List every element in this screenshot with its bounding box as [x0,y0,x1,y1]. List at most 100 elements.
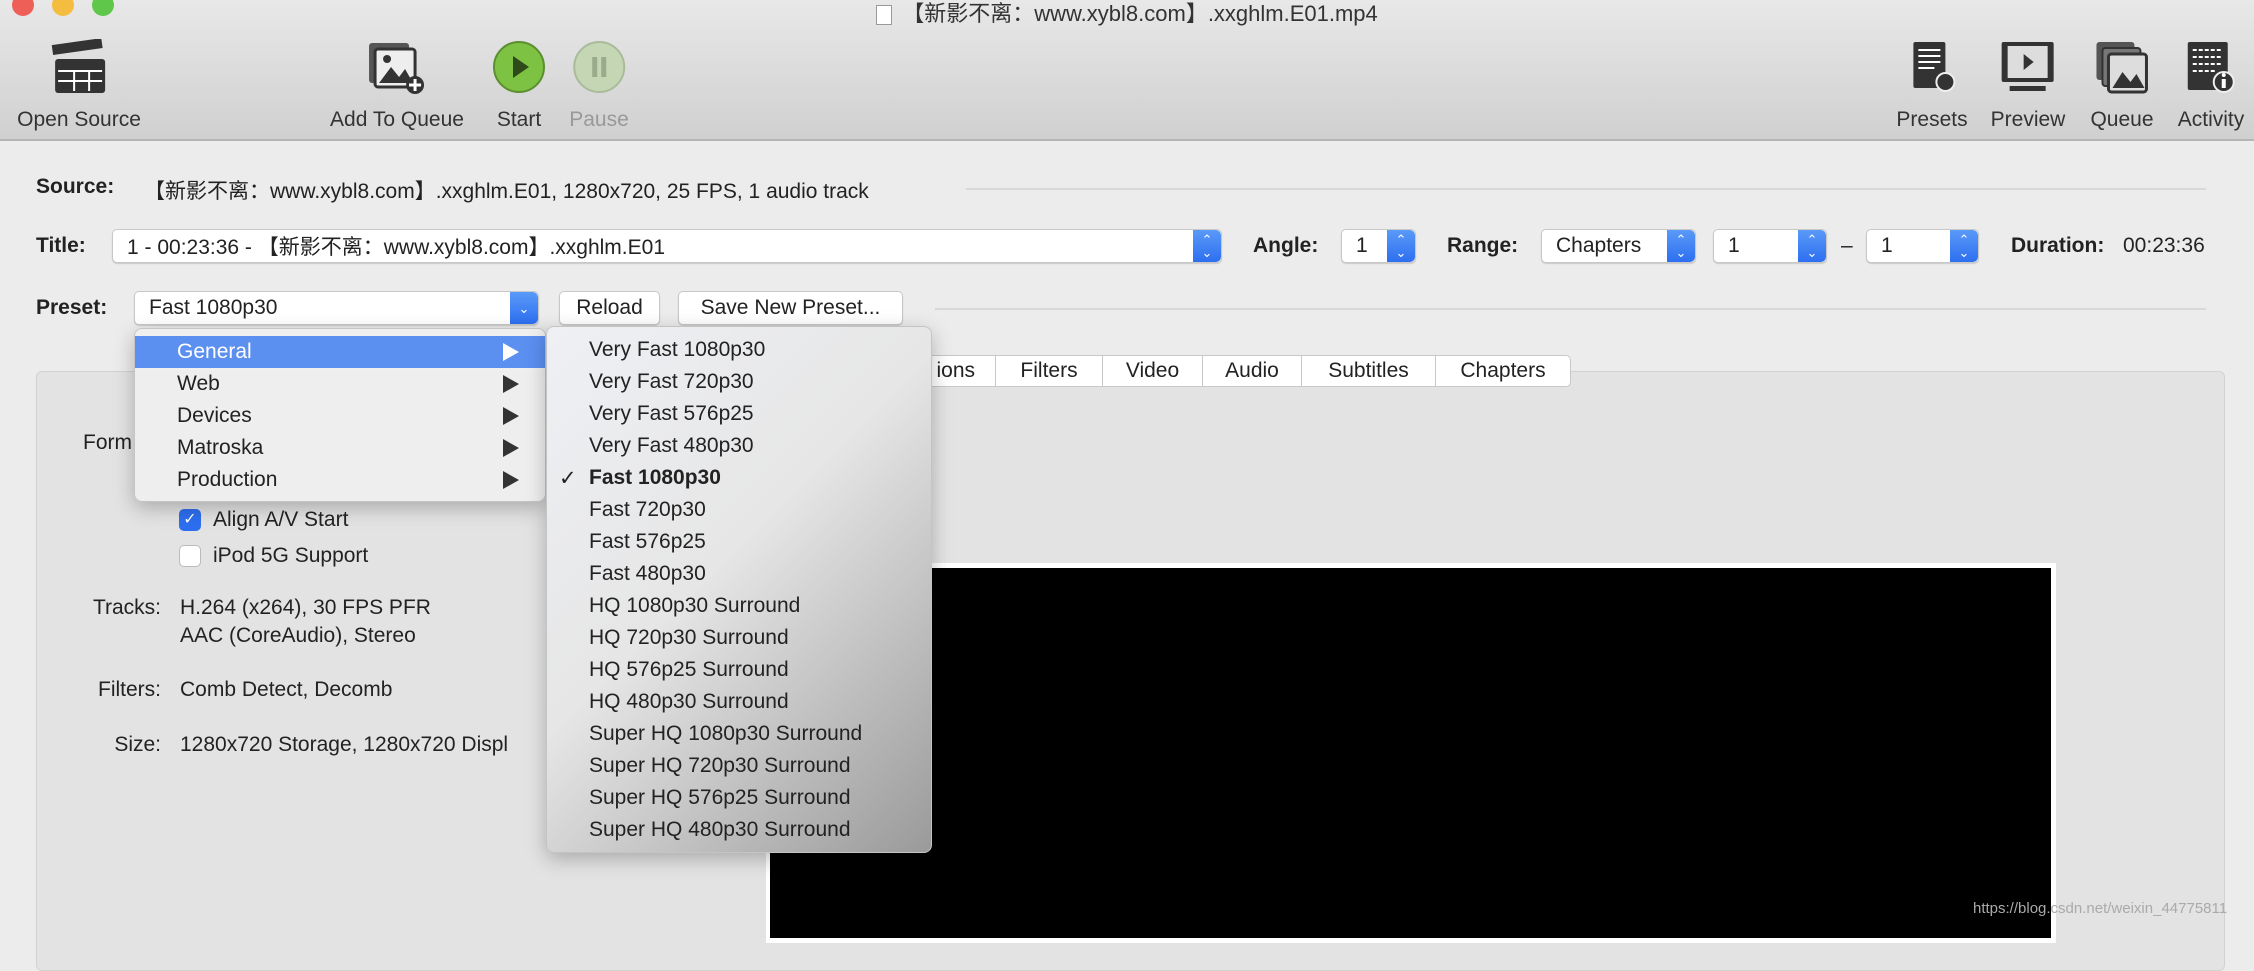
menu-item-devices[interactable]: Devices [135,400,545,432]
preset-item-label: Very Fast 720p30 [589,370,754,393]
activity-button[interactable]: Activity [2178,38,2245,132]
preset-item[interactable]: Super HQ 720p30 Surround [547,750,931,782]
menu-item-label: Production [177,468,278,491]
general-presets-submenu: Very Fast 1080p30 Very Fast 720p30 Very Fa… [546,326,932,853]
updown-chevron-icon: ⌃ ⌄ [1950,230,1978,262]
updown-chevron-icon: ⌃ ⌄ [1667,230,1695,262]
preset-item[interactable]: Super HQ 480p30 Surround [547,814,931,846]
menu-item-label: Web [177,372,220,395]
menu-item-label: Matroska [177,436,264,459]
range-end-select[interactable]: 1 ⌃ ⌄ [1866,229,1979,263]
preset-item-label: Very Fast 576p25 [589,402,754,425]
preset-item[interactable]: Very Fast 480p30 [547,430,931,462]
preview-button[interactable]: Preview [1991,38,2065,132]
menu-item-production[interactable]: Production [135,464,545,496]
filters-value: Comb Detect, Decomb [180,678,393,701]
size-value: 1280x720 Storage, 1280x720 Displ [180,733,509,756]
preview-image [770,568,2051,938]
preset-category-menu: General Web Devices Matroska Production [134,328,546,502]
preset-item-label: Fast 720p30 [589,498,706,521]
preset-item[interactable]: Super HQ 576p25 Surround [547,782,931,814]
range-end-value: 1 [1881,234,1893,257]
chevron-down-icon: ⌄ [510,292,538,324]
add-to-queue-button[interactable]: Add To Queue [330,38,464,132]
align-av-label: Align A/V Start [213,508,349,531]
open-source-button[interactable]: Open Source [17,38,141,132]
preset-item[interactable]: Super HQ 1080p30 Surround [547,718,931,750]
menu-item-general[interactable]: General [135,336,545,368]
preset-item-label: HQ 480p30 Surround [589,690,789,713]
menu-item-web[interactable]: Web [135,368,545,400]
duration-value: 00:23:36 [2123,234,2205,257]
menu-item-label: General [177,340,252,363]
format-label: Form [83,431,132,454]
title-select[interactable]: 1 - 00:23:36 - 【新影不离：www.xybl8.com】.xxgh… [112,229,1222,263]
menu-item-matroska[interactable]: Matroska [135,432,545,464]
queue-button[interactable]: Queue [2090,38,2154,132]
track-audio: AAC (CoreAudio), Stereo [180,624,416,647]
pause-button[interactable]: Pause [569,38,629,132]
preset-item-label: Very Fast 480p30 [589,434,754,457]
range-start-value: 1 [1728,234,1740,257]
tab-chapters[interactable]: Chapters [1436,355,1571,387]
source-label: Source: [36,175,115,198]
tab-video[interactable]: Video [1103,355,1203,387]
tab-filters[interactable]: Filters [996,355,1103,387]
size-label: Size: [114,733,161,756]
updown-chevron-icon: ⌃ ⌄ [1798,230,1826,262]
submenu-arrow-icon [503,407,519,425]
align-av-checkbox[interactable]: ✓ [179,509,201,531]
save-new-preset-button[interactable]: Save New Preset... [678,291,903,325]
activity-log-icon [2178,38,2245,96]
presets-gear-icon [1896,38,1967,96]
submenu-arrow-icon [503,375,519,393]
preset-item[interactable]: Fast 720p30 [547,494,931,526]
preset-item-label: HQ 576p25 Surround [589,658,789,681]
preset-popup[interactable]: Fast 1080p30 ⌄ [134,291,539,325]
duration-label: Duration: [2011,234,2105,257]
preset-label: Preset: [36,296,108,319]
tab-subtitles[interactable]: Subtitles [1302,355,1436,387]
source-value: 【新影不离：www.xybl8.com】.xxghlm.E01, 1280x72… [144,180,869,203]
preset-item-label: Fast 1080p30 [589,466,721,489]
preset-item-label: Super HQ 480p30 Surround [589,818,851,841]
preset-item[interactable]: Very Fast 1080p30 [547,334,931,366]
window-title: 【新影不离：www.xybl8.com】.xxghlm.E01.mp4 [0,0,2254,28]
range-start-select[interactable]: 1 ⌃ ⌄ [1713,229,1827,263]
ipod-5g-checkbox[interactable] [179,545,201,567]
preset-item[interactable]: HQ 576p25 Surround [547,654,931,686]
updown-chevron-icon: ⌃ ⌄ [1193,230,1221,262]
tracks-label: Tracks: [92,596,161,619]
angle-value: 1 [1356,234,1368,257]
ipod-5g-label: iPod 5G Support [213,544,369,567]
checkmark-icon: ✓ [559,466,577,490]
clapperboard-icon [17,38,141,96]
preset-item[interactable]: Fast 576p25 [547,526,931,558]
preset-item[interactable]: Very Fast 576p25 [547,398,931,430]
document-icon [876,5,893,26]
range-type-select[interactable]: Chapters ⌃ ⌄ [1541,229,1696,263]
toolbar: 【新影不离：www.xybl8.com】.xxghlm.E01.mp4 Open… [0,0,2254,141]
preset-item[interactable]: HQ 720p30 Surround [547,622,931,654]
preset-item[interactable]: ✓ Fast 1080p30 [547,462,931,494]
preset-item[interactable]: HQ 480p30 Surround [547,686,931,718]
divider [935,308,2206,310]
preset-item[interactable]: Fast 480p30 [547,558,931,590]
preset-item-label: Fast 576p25 [589,530,706,553]
preset-item[interactable]: HQ 1080p30 Surround [547,590,931,622]
submenu-arrow-icon [503,343,519,361]
updown-chevron-icon: ⌃ ⌄ [1387,230,1415,262]
reload-button[interactable]: Reload [559,291,660,325]
submenu-arrow-icon [503,439,519,457]
submenu-arrow-icon [503,471,519,489]
title-label: Title: [36,234,86,257]
tab-audio[interactable]: Audio [1203,355,1302,387]
range-dash: – [1841,234,1853,257]
preset-item[interactable]: Very Fast 720p30 [547,366,931,398]
angle-label: Angle: [1253,234,1319,257]
angle-select[interactable]: 1 ⌃ ⌄ [1341,229,1416,263]
presets-button[interactable]: Presets [1896,38,1968,132]
title-value: 1 - 00:23:36 - 【新影不离：www.xybl8.com】.xxgh… [127,236,666,259]
start-button[interactable]: Start [492,38,546,132]
divider [966,188,2206,190]
